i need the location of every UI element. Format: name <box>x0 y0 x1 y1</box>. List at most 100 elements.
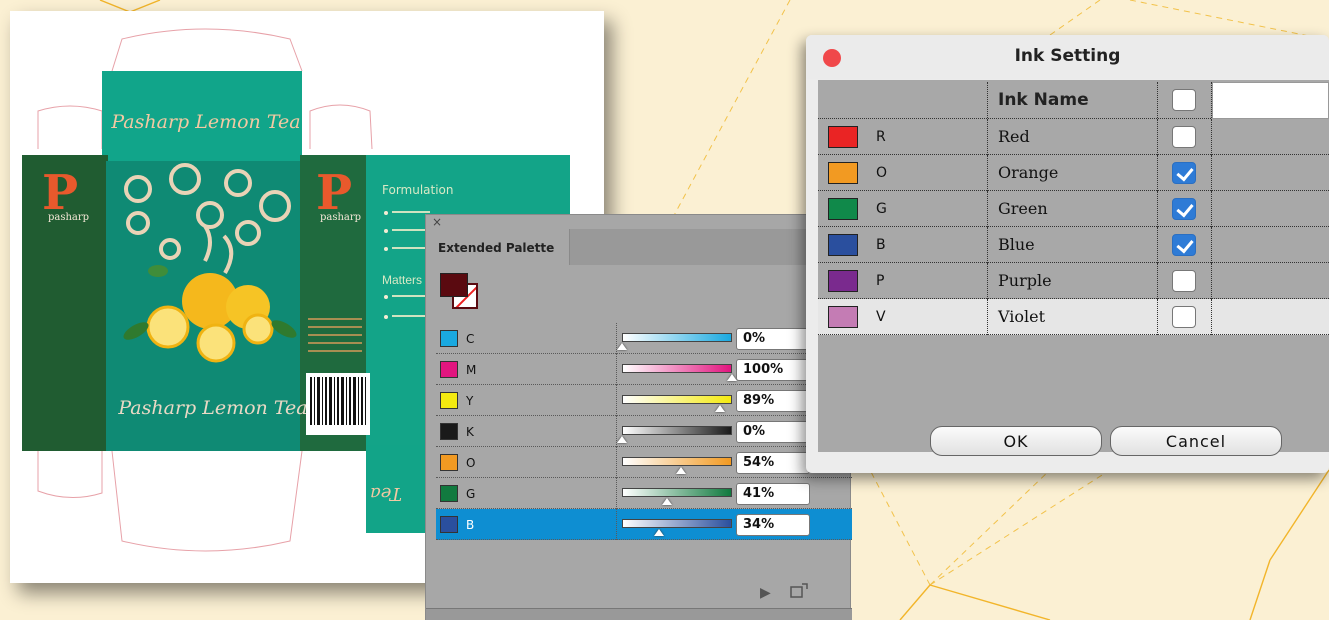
channel-slider[interactable] <box>622 488 732 497</box>
channel-value-field[interactable]: 0% <box>736 328 810 350</box>
ink-enable-checkbox[interactable] <box>1172 234 1196 256</box>
ink-name: Orange <box>998 163 1059 182</box>
color-chip <box>440 423 458 440</box>
ink-name: Blue <box>998 235 1035 254</box>
channel-value-field[interactable]: 41% <box>736 483 810 505</box>
bullet-dot <box>384 295 388 299</box>
channel-value-field[interactable]: 100% <box>736 359 810 381</box>
palette-resize-bar[interactable] <box>426 608 852 620</box>
ink-name: Purple <box>998 271 1052 290</box>
dialog-body: Ink Name R Red O Orange G Green B Blue P Purple V V… <box>818 80 1329 456</box>
ink-enable-checkbox[interactable] <box>1172 270 1196 292</box>
ink-color-cell: V <box>818 299 988 335</box>
channel-slider[interactable] <box>622 395 732 404</box>
slider-thumb[interactable] <box>662 498 673 505</box>
slider-thumb[interactable] <box>676 467 687 474</box>
ink-name-cell: Purple <box>988 263 1158 299</box>
select-all-checkbox[interactable] <box>1172 89 1196 111</box>
ink-check-cell <box>1158 155 1212 191</box>
channel-value-field[interactable]: 89% <box>736 390 810 412</box>
ink-row-red[interactable]: R Red <box>818 119 1329 155</box>
ink-color-chip <box>828 306 858 328</box>
ink-enable-checkbox[interactable] <box>1172 126 1196 148</box>
fill-swatch[interactable] <box>440 273 468 297</box>
color-row-c[interactable]: C 0% <box>436 323 852 354</box>
channel-label: C <box>466 332 475 346</box>
slider-thumb[interactable] <box>654 529 665 536</box>
ink-color-chip <box>828 126 858 148</box>
ink-row-purple[interactable]: P Purple <box>818 263 1329 299</box>
slider-thumb[interactable] <box>617 343 627 350</box>
side-heading-matters: Matters <box>382 273 423 287</box>
cancel-button[interactable]: Cancel <box>1110 426 1282 456</box>
color-chip <box>440 392 458 409</box>
channel-slider[interactable] <box>622 426 732 435</box>
header-check-cell <box>1158 82 1212 118</box>
tab-extended-palette[interactable]: Extended Palette <box>426 229 570 265</box>
channel-slider[interactable] <box>622 457 732 466</box>
ink-row-blue[interactable]: B Blue <box>818 227 1329 263</box>
ink-enable-checkbox[interactable] <box>1172 162 1196 184</box>
ink-color-cell: O <box>818 155 988 191</box>
channel-label: Y <box>466 394 474 408</box>
slider-thumb[interactable] <box>714 405 725 412</box>
channel-label: M <box>466 363 477 377</box>
channel-slider[interactable] <box>622 519 732 528</box>
ok-button[interactable]: OK <box>930 426 1102 456</box>
ink-color-cell: B <box>818 227 988 263</box>
ink-color-cell: R <box>818 119 988 155</box>
ink-check-cell <box>1158 119 1212 155</box>
channel-value-field[interactable]: 34% <box>736 514 810 536</box>
ink-name-cell: Orange <box>988 155 1158 191</box>
ink-name-header: Ink Name <box>998 90 1089 110</box>
row-divider <box>616 354 617 385</box>
slider-thumb[interactable] <box>617 436 627 443</box>
color-row-o[interactable]: O 54% <box>436 447 852 478</box>
ink-letter: O <box>876 165 888 181</box>
channel-label: B <box>466 518 475 532</box>
color-chip <box>440 516 458 533</box>
channel-slider[interactable] <box>622 364 732 373</box>
header-input[interactable] <box>1212 82 1329 119</box>
color-row-m[interactable]: M 100% <box>436 354 852 385</box>
ink-letter: R <box>876 129 886 145</box>
channel-value-field[interactable]: 54% <box>736 452 810 474</box>
channel-slider[interactable] <box>622 333 732 342</box>
ink-table-header: Ink Name <box>818 82 1329 119</box>
ink-letter: G <box>876 201 887 217</box>
barcode-graphic <box>310 377 366 425</box>
ink-enable-checkbox[interactable] <box>1172 306 1196 328</box>
new-swatch-icon[interactable] <box>790 583 808 603</box>
color-row-g[interactable]: G 41% <box>436 478 852 509</box>
ink-letter: V <box>876 309 886 325</box>
ink-row-violet[interactable]: V Violet <box>818 299 1329 335</box>
ink-color-chip <box>828 162 858 184</box>
color-row-b[interactable]: B 34% <box>436 509 852 540</box>
row-divider <box>616 385 617 416</box>
bullet-dot <box>384 247 388 251</box>
ink-row-orange[interactable]: O Orange <box>818 155 1329 191</box>
channel-label: G <box>466 487 476 501</box>
ink-letter: B <box>876 237 886 253</box>
ink-name-cell: Violet <box>988 299 1158 335</box>
extended-palette-panel: × Extended Palette C 0% M 100% Y 89% K 0% O 54% G 4… <box>425 214 852 620</box>
color-row-y[interactable]: Y 89% <box>436 385 852 416</box>
ink-table: Ink Name R Red O Orange G Green B Blue P Purple V V… <box>818 82 1329 335</box>
channel-value-field[interactable]: 0% <box>736 421 810 443</box>
color-row-k[interactable]: K 0% <box>436 416 852 447</box>
ink-setting-dialog: Ink Setting Ink Name R Red O Orange G Green B B… <box>806 35 1329 473</box>
close-icon[interactable]: × <box>432 215 442 229</box>
color-chip <box>440 361 458 378</box>
ink-enable-checkbox[interactable] <box>1172 198 1196 220</box>
row-divider <box>616 478 617 509</box>
logo-letter-left: P <box>42 165 79 221</box>
channel-label: K <box>466 425 474 439</box>
box-front-title: Pasharp Lemon Tea <box>118 397 308 419</box>
color-chip <box>440 454 458 471</box>
bullet-dot <box>384 229 388 233</box>
barcode <box>306 373 370 435</box>
play-icon[interactable]: ▶ <box>760 585 771 601</box>
ink-color-chip <box>828 270 858 292</box>
new-swatch-icon-graphic <box>790 583 808 598</box>
ink-row-green[interactable]: G Green <box>818 191 1329 227</box>
